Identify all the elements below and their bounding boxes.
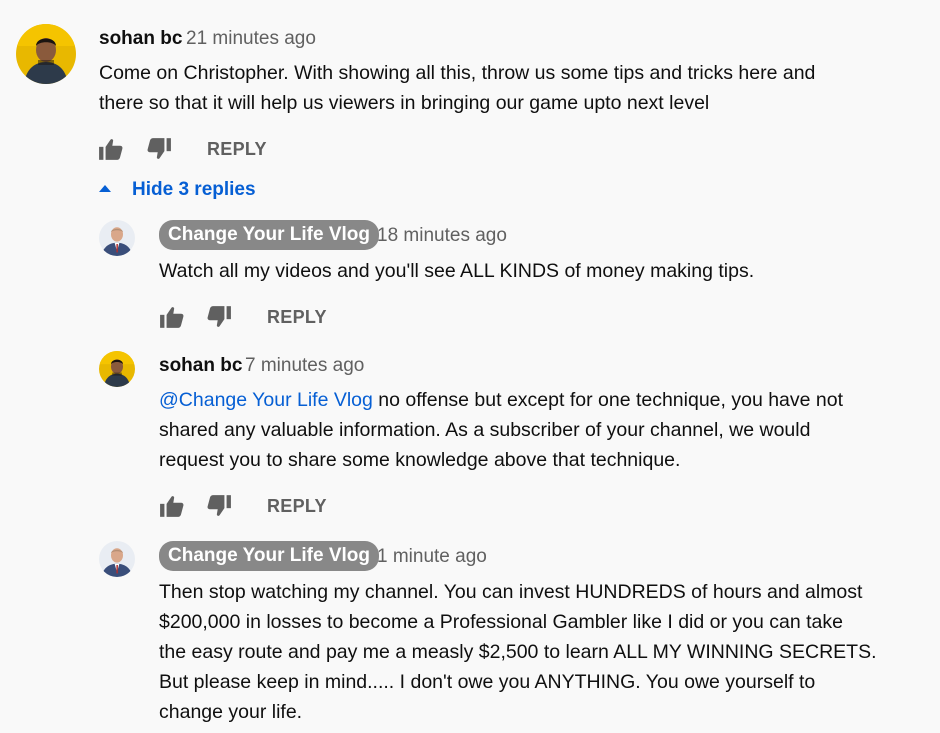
reply-button[interactable]: REPLY: [267, 496, 327, 517]
avatar[interactable]: [16, 24, 76, 84]
comment-timestamp[interactable]: 21 minutes ago: [186, 28, 316, 50]
thumbs-up-icon[interactable]: [159, 304, 185, 330]
reply-text-line: Watch all my videos and you'll see ALL K…: [159, 260, 755, 282]
channel-owner-badge[interactable]: Change Your Life Vlog: [159, 541, 379, 571]
reply-text-line: request you to share some knowledge abov…: [159, 449, 681, 471]
mention-link[interactable]: @Change Your Life Vlog: [159, 389, 373, 411]
reply-button[interactable]: REPLY: [267, 307, 327, 328]
comment-text-line: there so that it will help us viewers in…: [99, 92, 710, 114]
reply-text-line: the easy route and pay me a measly $2,50…: [159, 641, 877, 663]
channel-owner-badge[interactable]: Change Your Life Vlog: [159, 220, 379, 250]
thumbs-down-icon[interactable]: [206, 493, 232, 519]
reply-timestamp[interactable]: 1 minute ago: [377, 546, 487, 568]
thumbs-up-icon[interactable]: [98, 136, 124, 162]
reply-button[interactable]: REPLY: [207, 139, 267, 160]
comment-text-line: Come on Christopher. With showing all th…: [99, 62, 816, 84]
thumbs-down-icon[interactable]: [206, 304, 232, 330]
reply-text-segment: no offense but except for one technique,…: [372, 389, 844, 411]
avatar[interactable]: [99, 351, 135, 387]
reply-text-line: Then stop watching my channel. You can i…: [159, 581, 863, 603]
thumbs-up-icon[interactable]: [159, 493, 185, 519]
hide-replies-label[interactable]: Hide 3 replies: [132, 179, 256, 201]
avatar[interactable]: [99, 220, 135, 256]
reply-timestamp[interactable]: 7 minutes ago: [245, 355, 364, 377]
reply-text-line: change your life.: [159, 701, 303, 723]
caret-up-icon[interactable]: [99, 185, 111, 192]
reply-text-line: $200,000 in losses to become a Professio…: [159, 611, 843, 633]
comment-author[interactable]: sohan bc: [99, 28, 182, 50]
reply-text-line: @Change Your Life Vlog no offense but ex…: [159, 385, 843, 415]
reply-text-line: shared any valuable information. As a su…: [159, 419, 811, 441]
thumbs-down-icon[interactable]: [146, 136, 172, 162]
reply-author[interactable]: sohan bc: [159, 355, 242, 377]
avatar[interactable]: [99, 541, 135, 577]
reply-timestamp[interactable]: 18 minutes ago: [377, 225, 507, 247]
reply-text-line: But please keep in mind..... I don't owe…: [159, 671, 816, 693]
